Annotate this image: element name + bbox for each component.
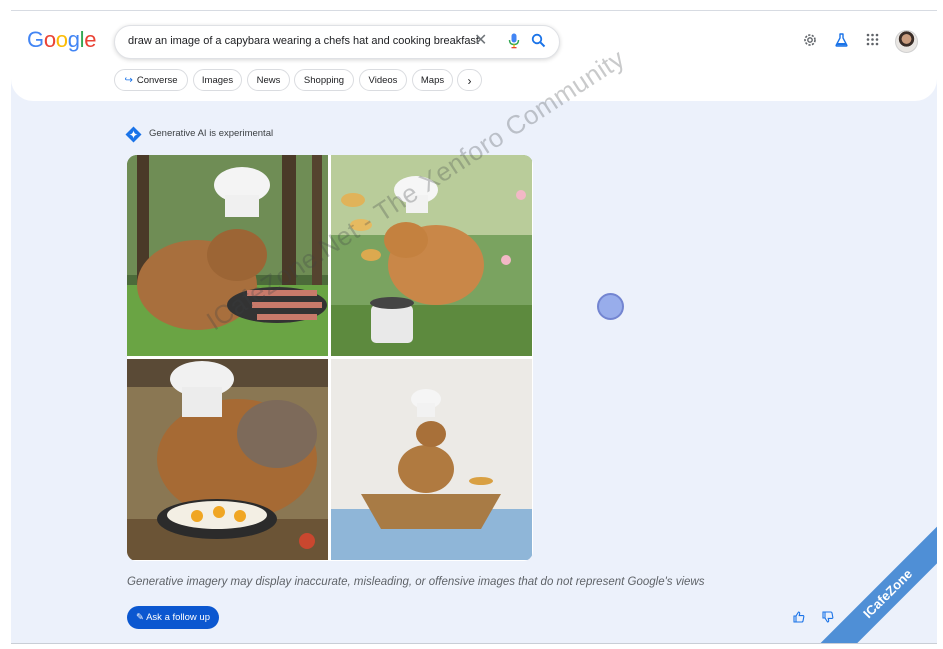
generated-image-grid: [127, 155, 533, 561]
labs-flask-icon[interactable]: [835, 33, 848, 52]
capybara-boat-image[interactable]: [331, 359, 532, 560]
chip-label: Images: [201, 75, 234, 86]
mic-icon[interactable]: [508, 33, 520, 54]
pointer-indicator: [597, 293, 624, 320]
logo-letter: e: [84, 27, 97, 52]
search-input[interactable]: draw an image of a capybara wearing a ch…: [128, 35, 479, 47]
results-frame: Google draw an image of a capybara weari…: [11, 10, 937, 644]
chip-maps[interactable]: Maps: [412, 69, 453, 91]
chip-label: News: [256, 75, 281, 86]
close-icon[interactable]: ✕: [474, 32, 487, 50]
google-logo[interactable]: Google: [27, 27, 96, 53]
disclaimer-text: Generative imagery may display inaccurat…: [127, 576, 705, 588]
ask-follow-up-label: Ask a follow up: [146, 612, 210, 623]
thumbs-up-icon[interactable]: [793, 610, 805, 628]
thumbs-down-icon[interactable]: [822, 610, 834, 628]
chip-label: Videos: [368, 75, 398, 86]
chevron-right-icon[interactable]: ›: [457, 69, 482, 91]
chip-news[interactable]: News: [247, 69, 290, 91]
logo-letter: G: [27, 27, 44, 52]
logo-letter: g: [67, 27, 80, 52]
chip-shopping[interactable]: Shopping: [294, 69, 354, 91]
capybara-frying-pan-image[interactable]: [127, 359, 328, 560]
converse-arrow-icon: ↪: [124, 75, 133, 86]
search-icon[interactable]: [531, 33, 546, 53]
pencil-icon: ✎: [136, 612, 144, 623]
chip-label: Maps: [420, 75, 445, 86]
ask-follow-up-button[interactable]: ✎ Ask a follow up: [127, 606, 219, 629]
search-box[interactable]: draw an image of a capybara wearing a ch…: [114, 25, 560, 59]
gemini-sparkle-icon: [125, 126, 142, 148]
logo-letter: o: [43, 27, 56, 52]
apps-grid-icon[interactable]: [866, 33, 879, 51]
chip-label: Shopping: [303, 75, 345, 86]
generative-label-text: Generative AI is experimental: [149, 128, 274, 139]
header: Google draw an image of a capybara weari…: [11, 11, 937, 101]
settings-icon[interactable]: [803, 33, 817, 52]
chip-images[interactable]: Images: [193, 69, 242, 91]
chip-converse[interactable]: ↪ Converse: [114, 69, 188, 91]
chip-videos[interactable]: Videos: [359, 69, 407, 91]
avatar[interactable]: [895, 30, 918, 53]
chip-label: Converse: [136, 75, 178, 86]
logo-letter: o: [55, 27, 68, 52]
